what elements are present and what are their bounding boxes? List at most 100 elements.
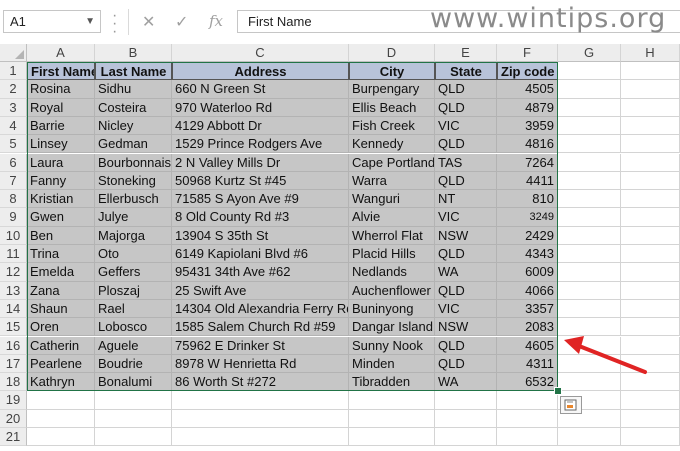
table-cell[interactable]: Trina: [27, 245, 95, 264]
table-cell[interactable]: QLD: [435, 135, 497, 154]
table-cell[interactable]: 7264: [497, 153, 558, 172]
table-cell[interactable]: 4343: [497, 245, 558, 264]
empty-cell[interactable]: [621, 80, 680, 99]
table-cell[interactable]: QLD: [435, 98, 497, 117]
row-header-18[interactable]: 18: [0, 373, 27, 392]
table-cell[interactable]: WA: [435, 373, 497, 392]
table-cell[interactable]: 25 Swift Ave: [172, 281, 349, 300]
empty-cell[interactable]: [435, 391, 497, 410]
table-cell[interactable]: Royal: [27, 98, 95, 117]
table-cell[interactable]: 75962 E Drinker St: [172, 336, 349, 355]
table-cell[interactable]: Emelda: [27, 263, 95, 282]
table-cell[interactable]: 1529 Prince Rodgers Ave: [172, 135, 349, 154]
table-cell[interactable]: Sunny Nook: [349, 336, 435, 355]
empty-cell[interactable]: [558, 80, 621, 99]
table-cell[interactable]: Fanny: [27, 171, 95, 191]
empty-cell[interactable]: [558, 263, 621, 282]
empty-cell[interactable]: [435, 428, 497, 447]
row-header-17[interactable]: 17: [0, 354, 27, 374]
table-cell[interactable]: 4411: [497, 171, 558, 191]
empty-cell[interactable]: [621, 245, 680, 264]
table-cell[interactable]: Aguele: [95, 336, 172, 355]
table-cell[interactable]: 4879: [497, 98, 558, 117]
table-cell[interactable]: 6532: [497, 373, 558, 392]
table-cell[interactable]: QLD: [435, 171, 497, 191]
drag-handle-icon[interactable]: · · ·: [112, 8, 117, 40]
fill-handle[interactable]: [554, 387, 562, 396]
row-header-11[interactable]: 11: [0, 245, 27, 264]
quick-analysis-button[interactable]: [560, 396, 582, 414]
name-box[interactable]: A1 ▼: [3, 10, 101, 33]
table-cell[interactable]: Stoneking: [95, 171, 172, 191]
row-header-19[interactable]: 19: [0, 391, 27, 410]
table-cell[interactable]: Pearlene: [27, 354, 95, 374]
empty-cell[interactable]: [27, 428, 95, 447]
table-cell[interactable]: Placid Hills: [349, 245, 435, 264]
empty-cell[interactable]: [558, 208, 621, 227]
table-cell[interactable]: Wherrol Flat: [349, 226, 435, 245]
column-header-a[interactable]: A: [27, 44, 95, 62]
table-cell[interactable]: Sidhu: [95, 80, 172, 99]
empty-cell[interactable]: [558, 153, 621, 172]
column-header-h[interactable]: H: [621, 44, 680, 62]
table-cell[interactable]: 13904 S 35th St: [172, 226, 349, 245]
empty-cell[interactable]: [621, 190, 680, 209]
row-header-13[interactable]: 13: [0, 281, 27, 300]
empty-cell[interactable]: [558, 116, 621, 136]
table-cell[interactable]: Ploszaj: [95, 281, 172, 300]
table-cell[interactable]: Laura: [27, 153, 95, 172]
table-cell[interactable]: Wanguri: [349, 190, 435, 209]
empty-cell[interactable]: [558, 226, 621, 245]
empty-cell[interactable]: [558, 281, 621, 300]
row-header-10[interactable]: 10: [0, 226, 27, 245]
table-cell[interactable]: Costeira: [95, 98, 172, 117]
empty-cell[interactable]: [497, 428, 558, 447]
empty-cell[interactable]: [558, 299, 621, 319]
table-cell[interactable]: Kathryn: [27, 373, 95, 392]
empty-cell[interactable]: [95, 409, 172, 428]
row-header-12[interactable]: 12: [0, 263, 27, 282]
table-cell[interactable]: QLD: [435, 80, 497, 99]
empty-cell[interactable]: [558, 428, 621, 447]
empty-cell[interactable]: [621, 208, 680, 227]
function-icon[interactable]: fx: [209, 12, 223, 30]
column-header-g[interactable]: G: [558, 44, 621, 62]
table-cell[interactable]: NSW: [435, 318, 497, 337]
table-cell[interactable]: QLD: [435, 245, 497, 264]
table-cell[interactable]: Zana: [27, 281, 95, 300]
row-header-20[interactable]: 20: [0, 409, 27, 428]
empty-cell[interactable]: [621, 98, 680, 117]
table-cell[interactable]: 3959: [497, 116, 558, 136]
table-cell[interactable]: QLD: [435, 281, 497, 300]
empty-cell[interactable]: [621, 171, 680, 191]
empty-cell[interactable]: [349, 428, 435, 447]
table-cell[interactable]: Ellerbusch: [95, 190, 172, 209]
table-cell[interactable]: 4505: [497, 80, 558, 99]
empty-cell[interactable]: [349, 409, 435, 428]
table-cell[interactable]: Auchenflower: [349, 281, 435, 300]
table-cell[interactable]: 3249: [497, 208, 558, 227]
table-cell[interactable]: Minden: [349, 354, 435, 374]
table-cell[interactable]: Barrie: [27, 116, 95, 136]
table-cell[interactable]: WA: [435, 263, 497, 282]
empty-cell[interactable]: [27, 391, 95, 410]
table-cell[interactable]: Burpengary: [349, 80, 435, 99]
empty-cell[interactable]: [621, 391, 680, 410]
empty-cell[interactable]: [621, 116, 680, 136]
table-cell[interactable]: Linsey: [27, 135, 95, 154]
row-header-15[interactable]: 15: [0, 318, 27, 337]
table-cell[interactable]: Warra: [349, 171, 435, 191]
table-cell[interactable]: 970 Waterloo Rd: [172, 98, 349, 117]
table-header-cell[interactable]: City: [349, 62, 435, 81]
empty-cell[interactable]: [621, 153, 680, 172]
table-cell[interactable]: VIC: [435, 208, 497, 227]
empty-cell[interactable]: [558, 190, 621, 209]
table-cell[interactable]: NT: [435, 190, 497, 209]
empty-cell[interactable]: [558, 245, 621, 264]
table-cell[interactable]: 1585 Salem Church Rd #59: [172, 318, 349, 337]
table-cell[interactable]: 4605: [497, 336, 558, 355]
empty-cell[interactable]: [497, 391, 558, 410]
empty-cell[interactable]: [558, 171, 621, 191]
table-cell[interactable]: Cape Portland: [349, 153, 435, 172]
table-cell[interactable]: QLD: [435, 354, 497, 374]
